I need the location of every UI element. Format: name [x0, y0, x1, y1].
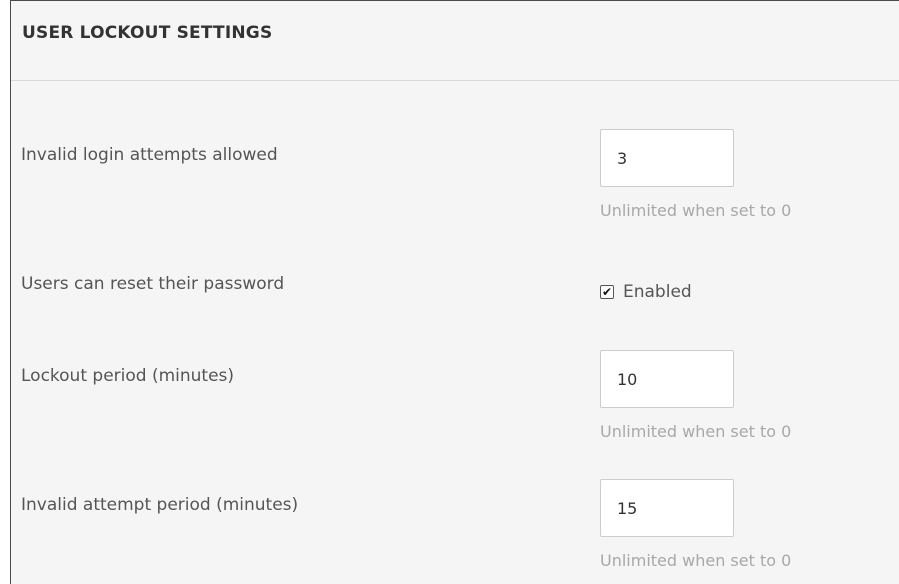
- reset-password-checkbox-label: Enabled: [623, 282, 692, 302]
- lockout-period-label: Lockout period (minutes): [21, 366, 235, 386]
- lockout-period-hint: Unlimited when set to 0: [600, 422, 792, 441]
- reset-password-control: ✔ Enabled: [600, 282, 692, 302]
- invalid-login-attempts-control: Unlimited when set to 0: [600, 129, 791, 220]
- reset-password-checkbox[interactable]: ✔: [600, 285, 614, 299]
- checkmark-icon: ✔: [601, 285, 613, 299]
- invalid-attempt-period-label: Invalid attempt period (minutes): [21, 495, 299, 515]
- user-lockout-settings-panel: USER LOCKOUT SETTINGS Invalid login atte…: [10, 0, 899, 584]
- panel-header: USER LOCKOUT SETTINGS: [11, 1, 899, 81]
- invalid-attempt-period-hint: Unlimited when set to 0: [600, 551, 792, 570]
- invalid-attempt-period-input[interactable]: [600, 479, 734, 537]
- invalid-login-attempts-hint: Unlimited when set to 0: [600, 201, 792, 220]
- lockout-period-input[interactable]: [600, 350, 734, 408]
- reset-password-label: Users can reset their password: [21, 274, 285, 294]
- lockout-period-control: Unlimited when set to 0: [600, 350, 791, 441]
- invalid-attempt-period-control: Unlimited when set to 0: [600, 479, 791, 570]
- reset-password-checkbox-group[interactable]: ✔ Enabled: [600, 282, 692, 302]
- invalid-login-attempts-input[interactable]: [600, 129, 734, 187]
- invalid-login-attempts-label: Invalid login attempts allowed: [21, 145, 278, 165]
- panel-title: USER LOCKOUT SETTINGS: [22, 23, 273, 43]
